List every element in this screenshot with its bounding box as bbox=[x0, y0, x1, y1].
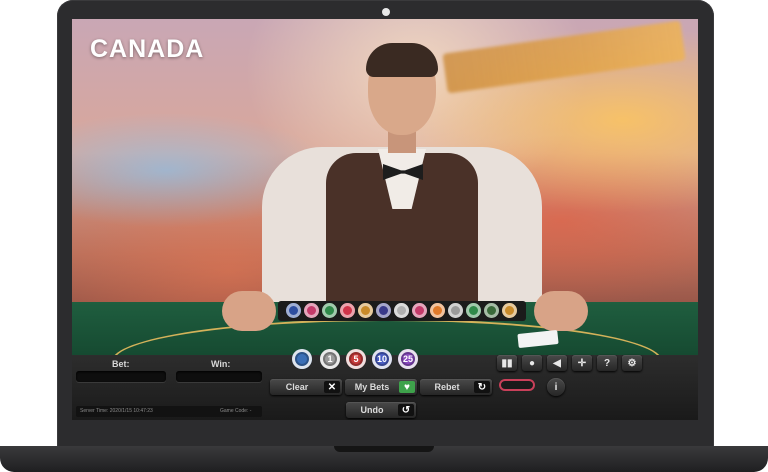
camera-icon bbox=[382, 8, 390, 16]
tray-chip bbox=[448, 303, 463, 318]
dealer-hand bbox=[222, 291, 276, 331]
server-time: Server Time: 2020/1/15 10:47:23 bbox=[80, 408, 153, 414]
tray-chip bbox=[358, 303, 373, 318]
close-icon: ✕ bbox=[324, 381, 340, 393]
tray-chip bbox=[502, 303, 517, 318]
dealer-hand bbox=[534, 291, 588, 331]
win-amount-field bbox=[176, 371, 262, 382]
rebet-icon: ↻ bbox=[474, 381, 490, 393]
settings-icon[interactable]: ⚙ bbox=[622, 355, 642, 371]
bet-amount-field bbox=[76, 371, 166, 382]
bet-label: Bet: bbox=[112, 359, 130, 369]
bet-chip[interactable]: 10 bbox=[372, 349, 392, 369]
tray-chip bbox=[286, 303, 301, 318]
tray-chip bbox=[376, 303, 391, 318]
undo-icon: ↺ bbox=[398, 404, 414, 416]
clear-button-label: Clear bbox=[285, 382, 309, 392]
info-icon[interactable]: i bbox=[547, 378, 565, 396]
tray-chip bbox=[394, 303, 409, 318]
help-icon[interactable]: ? bbox=[597, 355, 617, 371]
stats-icon[interactable]: ▮▮ bbox=[497, 355, 517, 371]
sound-icon[interactable]: ◀ bbox=[547, 355, 567, 371]
tray-chip bbox=[322, 303, 337, 318]
laptop-notch bbox=[334, 446, 434, 452]
undo-button[interactable]: Undo ↺ bbox=[346, 402, 416, 418]
rebet-button[interactable]: Rebet ↻ bbox=[420, 379, 492, 395]
my-bets-button-label: My Bets bbox=[354, 382, 390, 392]
undo-button-label: Undo bbox=[360, 405, 384, 415]
game-code: Game Code: - bbox=[220, 408, 252, 414]
heart-icon: ♥ bbox=[399, 381, 415, 393]
brand-title: CANADA bbox=[90, 35, 205, 63]
bet-chip[interactable]: 1 bbox=[320, 349, 340, 369]
double-bet-toggle[interactable] bbox=[499, 379, 535, 391]
game-screen: CANADA Bet: Win: Server Time: 2020/1/15 … bbox=[72, 19, 698, 420]
win-label: Win: bbox=[211, 359, 231, 369]
tray-chip bbox=[412, 303, 427, 318]
bet-chip[interactable] bbox=[292, 349, 312, 369]
bet-chip[interactable]: 25 bbox=[398, 349, 418, 369]
tray-chip bbox=[430, 303, 445, 318]
dealer-hair bbox=[366, 43, 438, 77]
my-bets-button[interactable]: My Bets ♥ bbox=[345, 379, 417, 395]
rebet-button-label: Rebet bbox=[434, 382, 460, 392]
tray-chip bbox=[466, 303, 481, 318]
clear-button[interactable]: Clear ✕ bbox=[270, 379, 342, 395]
tray-chip bbox=[484, 303, 499, 318]
fullscreen-icon[interactable]: ✛ bbox=[572, 355, 592, 371]
bet-chip[interactable]: 5 bbox=[346, 349, 366, 369]
tray-chip bbox=[304, 303, 319, 318]
chat-icon[interactable]: ● bbox=[522, 355, 542, 371]
tray-chip bbox=[340, 303, 355, 318]
